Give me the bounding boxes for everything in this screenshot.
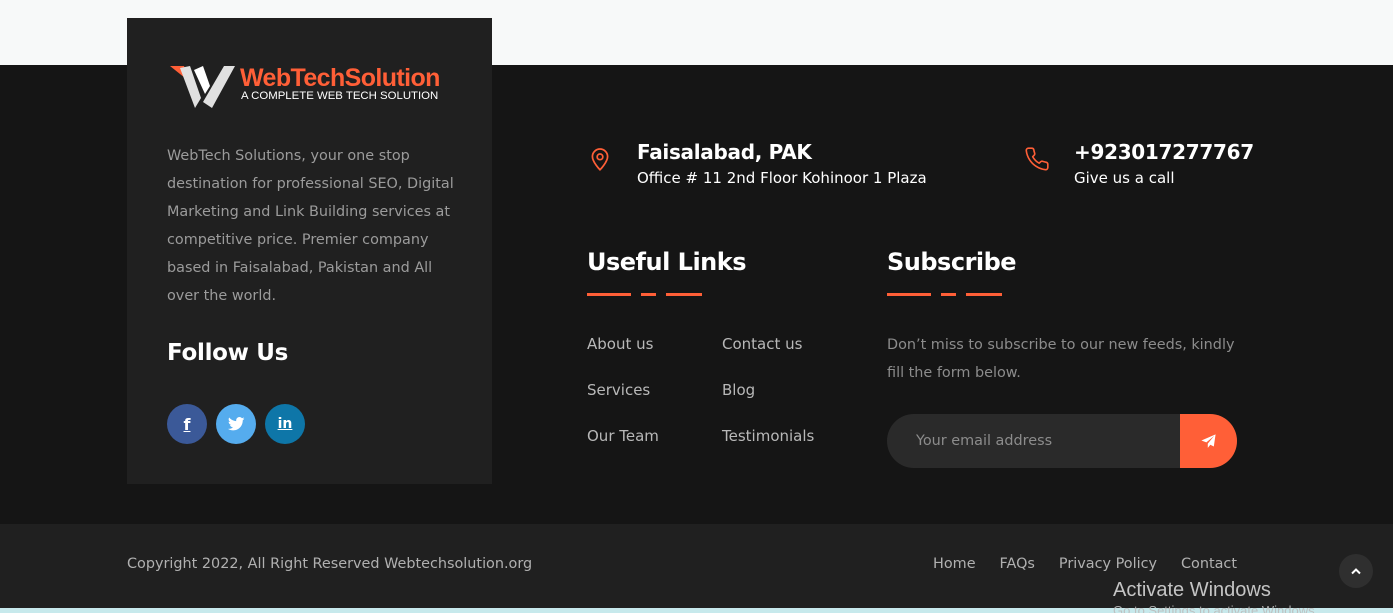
subscribe-form — [887, 414, 1237, 468]
link-contact-us[interactable]: Contact us — [722, 335, 802, 353]
subscribe-send-button[interactable] — [1180, 414, 1237, 468]
brand-tagline: A COMPLETE WEB TECH SOLUTION — [241, 90, 439, 102]
link-our-team[interactable]: Our Team — [587, 427, 659, 445]
phone-title: +923017277767 — [1074, 140, 1254, 164]
subscribe-description: Don’t miss to subscribe to our new feeds… — [887, 337, 1235, 381]
phone-icon — [1025, 147, 1049, 171]
email-input[interactable] — [887, 414, 1181, 468]
chevron-up-icon — [1351, 568, 1361, 575]
activate-windows-subtitle: Go to Settings to activate Windows. — [1113, 603, 1319, 613]
about-description: WebTech Solutions, your one stop destina… — [167, 148, 454, 304]
paper-plane-icon — [1201, 433, 1216, 448]
contact-phone: +923017277767 Give us a call — [1024, 140, 1254, 190]
map-pin-icon — [591, 148, 609, 171]
about-card: WebTechSolution A COMPLETE WEB TECH SOLU… — [127, 18, 492, 484]
brand-logo-mark-icon — [170, 66, 235, 108]
link-services[interactable]: Services — [587, 381, 650, 399]
copyright-text: Copyright 2022, All Right Reserved Webte… — [127, 556, 533, 572]
facebook-button[interactable]: f — [167, 404, 207, 444]
twitter-button[interactable] — [216, 404, 256, 444]
footer-nav-home[interactable]: Home — [933, 556, 976, 572]
linkedin-button[interactable]: in — [265, 404, 305, 444]
footer-nav-faqs[interactable]: FAQs — [1000, 556, 1035, 572]
link-blog[interactable]: Blog — [722, 381, 755, 399]
brand-logo[interactable]: WebTechSolution A COMPLETE WEB TECH SOLU… — [170, 64, 450, 110]
address-subtitle: Office # 11 2nd Floor Kohinoor 1 Plaza — [637, 169, 927, 187]
link-about-us[interactable]: About us — [587, 335, 653, 353]
linkedin-icon: in — [277, 416, 293, 432]
follow-us-title: Follow Us — [167, 340, 289, 366]
contact-address: Faisalabad, PAK Office # 11 2nd Floor Ko… — [587, 140, 927, 190]
link-testimonials[interactable]: Testimonials — [722, 427, 814, 445]
footer-nav-privacy-policy[interactable]: Privacy Policy — [1059, 556, 1157, 572]
useful-links-title: Useful Links — [587, 248, 747, 276]
brand-name: WebTechSolution — [240, 64, 440, 92]
address-title: Faisalabad, PAK — [637, 140, 812, 164]
footer-nav-contact[interactable]: Contact — [1181, 556, 1237, 572]
facebook-icon: f — [183, 414, 191, 434]
twitter-icon — [227, 417, 245, 431]
footer-nav: Home FAQs Privacy Policy Contact — [933, 556, 1237, 572]
phone-subtitle: Give us a call — [1074, 169, 1175, 187]
social-links: f in — [167, 404, 305, 444]
subscribe-title: Subscribe — [887, 248, 1017, 276]
activate-windows-watermark: Activate Windows — [1113, 579, 1271, 601]
scroll-to-top-button[interactable] — [1339, 554, 1373, 588]
